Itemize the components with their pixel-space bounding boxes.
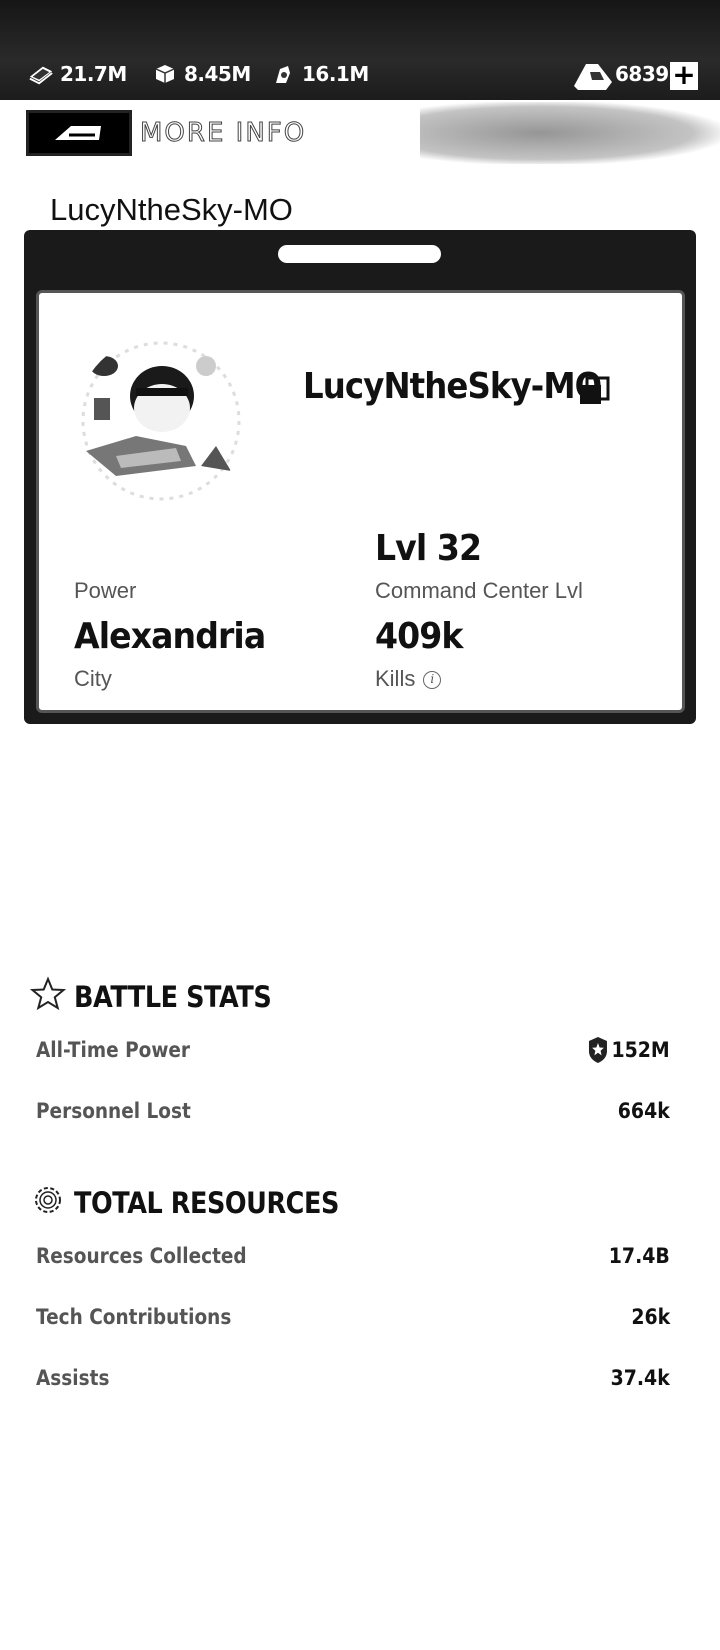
kills-label-row: Kills i <box>375 666 442 692</box>
city-label: City <box>74 666 112 691</box>
card-handle <box>278 245 441 263</box>
fuel-icon <box>270 63 296 85</box>
supplies-resource[interactable]: 8.45M <box>152 62 251 86</box>
fuel-value: 16.1M <box>302 62 369 86</box>
add-gold-button[interactable]: + <box>670 61 698 90</box>
player-header-name: LucyNtheSky-MO <box>50 192 293 227</box>
back-arrow-icon <box>55 126 101 140</box>
star-icon <box>29 976 67 1012</box>
cash-resource[interactable]: 21.7M <box>28 62 127 86</box>
shield-icon <box>589 1037 608 1063</box>
back-button[interactable] <box>26 110 132 156</box>
total-resources-title: TOTAL RESOURCES <box>74 1186 339 1220</box>
stat-row-value: 26k <box>631 1305 670 1329</box>
stat-row-value: 37.4k <box>610 1366 670 1390</box>
fuel-resource[interactable]: 16.1M <box>270 62 369 86</box>
all-time-power-value: 152M <box>611 1038 670 1062</box>
gear-icon <box>30 1182 66 1218</box>
supplies-value: 8.45M <box>184 62 251 86</box>
power-label: Power <box>74 578 137 603</box>
player-name: LucyNtheSky-MO <box>303 366 602 407</box>
header-brush-decoration <box>420 102 720 164</box>
level-value: Lvl 32 <box>375 528 482 569</box>
info-icon[interactable]: i <box>423 671 442 690</box>
avatar[interactable] <box>76 336 246 506</box>
kills-value: 409k <box>375 616 463 657</box>
kills-label: Kills <box>375 666 416 691</box>
cash-value: 21.7M <box>60 62 127 86</box>
cash-icon <box>28 63 54 85</box>
stat-row-label: Personnel Lost <box>36 1099 191 1123</box>
stat-row-value: 17.4B <box>608 1244 670 1268</box>
stat-row-value: 664k <box>617 1099 670 1123</box>
stat-row-label: Assists <box>36 1366 110 1390</box>
stat-row-label: Tech Contributions <box>36 1305 232 1329</box>
battle-stats-title: BATTLE STATS <box>74 980 272 1014</box>
city-value: Alexandria <box>74 616 266 657</box>
box-icon <box>152 63 178 85</box>
page-title: MORE INFO <box>139 118 307 149</box>
gold-bars-icon <box>572 58 616 92</box>
stat-row-label: Resources Collected <box>36 1244 247 1268</box>
gold-value: 6839 <box>615 62 669 86</box>
copy-icon[interactable] <box>578 376 610 406</box>
stat-row-value: 152M <box>587 1036 670 1064</box>
level-label: Command Center Lvl <box>375 578 583 603</box>
stat-row-label: All-Time Power <box>36 1038 191 1062</box>
